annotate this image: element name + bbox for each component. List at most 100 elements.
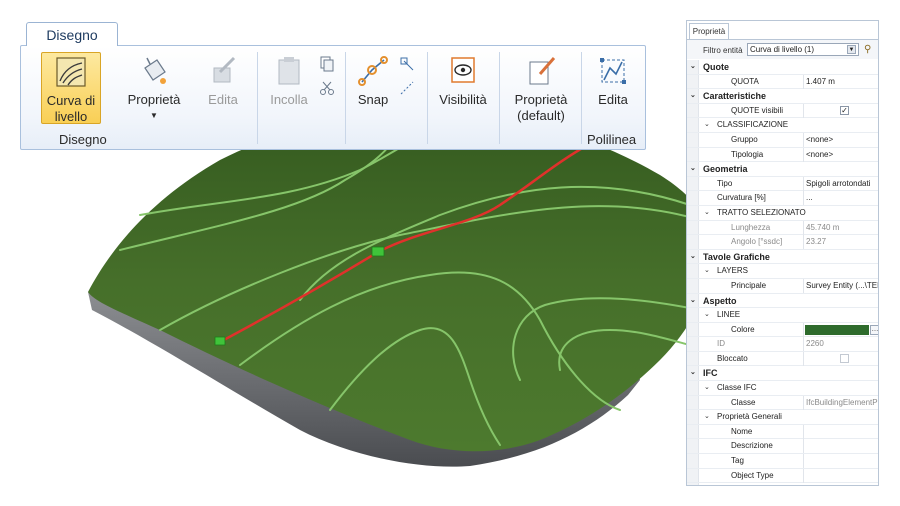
chevron-down-icon[interactable]: ▼ xyxy=(847,45,856,54)
property-row[interactable]: Curvatura [%] ... xyxy=(687,191,878,206)
grip-handle[interactable] xyxy=(371,246,385,257)
filter-icon[interactable]: ⚲ xyxy=(864,44,876,56)
subcategory-linee[interactable]: ⌄ LINEE xyxy=(687,308,878,323)
property-key: QUOTA xyxy=(731,76,759,86)
property-row[interactable]: Tag xyxy=(687,454,878,469)
collapse-icon[interactable]: ⌄ xyxy=(704,118,710,132)
property-key: Tag xyxy=(731,456,744,466)
property-key: QUOTE visibili xyxy=(731,105,784,115)
subcategory-tratto[interactable]: ⌄ TRATTO SELEZIONATO xyxy=(687,206,878,221)
property-value[interactable]: <none> xyxy=(803,132,878,147)
category-label: Caratteristiche xyxy=(703,91,767,102)
property-value[interactable]: ✓ xyxy=(803,103,878,118)
ribbon-separator xyxy=(581,52,582,144)
property-row[interactable]: Nome xyxy=(687,424,878,440)
proprieta-default-label: Proprietà (default) xyxy=(514,92,568,123)
collapse-icon[interactable]: ⌄ xyxy=(704,264,710,278)
collapse-icon[interactable]: ⌄ xyxy=(690,162,696,176)
subcategory-label: Proprietà Generali xyxy=(717,412,782,422)
snap-midpoint-icon[interactable] xyxy=(399,80,415,96)
property-row[interactable]: Classe IfcBuildingElementProx xyxy=(687,395,878,411)
property-row[interactable]: QUOTA 1.407 m xyxy=(687,74,878,90)
property-value[interactable]: 1.407 m xyxy=(803,74,878,89)
collapse-icon[interactable]: ⌄ xyxy=(704,410,710,424)
property-row[interactable]: Colore … xyxy=(687,322,878,338)
property-row[interactable]: QUOTE visibili ✓ xyxy=(687,103,878,119)
copy-icon[interactable] xyxy=(319,56,335,72)
edita-polilinea-button[interactable]: Edita xyxy=(587,52,639,122)
proprieta-label: Proprietà xyxy=(127,92,181,107)
collapse-icon[interactable]: ⌄ xyxy=(690,250,696,264)
ribbon-separator xyxy=(427,52,428,144)
property-value[interactable] xyxy=(803,351,878,366)
collapse-icon[interactable]: ⌄ xyxy=(690,89,696,103)
category-label: Tavole Grafiche xyxy=(703,251,770,262)
edita-label: Edita xyxy=(208,92,238,107)
property-row[interactable]: Object Type xyxy=(687,468,878,484)
clipboard-icon xyxy=(278,57,300,85)
visibilita-button[interactable]: Visibilità xyxy=(435,52,491,122)
snap-endpoint-icon[interactable] xyxy=(399,56,415,72)
property-row[interactable]: Principale Survey Entity (...\TERR xyxy=(687,278,878,294)
snap-label: Snap xyxy=(357,92,389,107)
category-ifc[interactable]: ⌄ IFC xyxy=(687,366,878,382)
category-caratteristiche[interactable]: ⌄ Caratteristiche xyxy=(687,89,878,104)
collapse-icon[interactable]: ⌄ xyxy=(704,206,710,220)
grip-handle[interactable] xyxy=(214,336,226,346)
curva-di-livello-button[interactable]: Curva di livello xyxy=(41,52,101,124)
category-geometria[interactable]: ⌄ Geometria xyxy=(687,162,878,177)
property-value[interactable]: Survey Entity (...\TERR xyxy=(803,278,878,293)
subcategory-classe-ifc[interactable]: ⌄ Classe IFC xyxy=(687,381,878,396)
paint-bucket-icon xyxy=(144,57,166,84)
edita-button[interactable]: Edita xyxy=(197,52,249,122)
category-tavole-grafiche[interactable]: ⌄ Tavole Grafiche xyxy=(687,250,878,265)
ribbon: Disegno Curva di livello Disegno Proprie… xyxy=(20,22,646,150)
property-row[interactable]: Angolo [°ssdc] 23.27 xyxy=(687,235,878,250)
subcategory-classificazione[interactable]: ⌄ CLASSIFICAZIONE xyxy=(687,118,878,133)
color-swatch[interactable] xyxy=(805,324,869,335)
snap-button[interactable]: Snap xyxy=(351,52,395,122)
collapse-icon[interactable]: ⌄ xyxy=(690,366,696,380)
category-label: Aspetto xyxy=(703,295,737,306)
property-row[interactable]: Lunghezza 45.740 m xyxy=(687,220,878,236)
property-value[interactable]: … xyxy=(803,322,878,337)
collapse-icon[interactable]: ⌄ xyxy=(704,308,710,322)
property-value[interactable] xyxy=(803,454,878,469)
subcategory-label: TRATTO SELEZIONATO xyxy=(717,207,806,217)
scissors-icon[interactable] xyxy=(319,80,335,96)
subcategory-label: LAYERS xyxy=(717,266,748,276)
collapse-icon[interactable]: ⌄ xyxy=(690,294,696,308)
proprieta-default-button[interactable]: Proprietà (default) xyxy=(505,52,577,123)
category-label: Quote xyxy=(703,62,729,72)
property-value[interactable]: Spigoli arrotondati xyxy=(803,176,878,191)
property-value[interactable] xyxy=(803,424,878,439)
property-value[interactable] xyxy=(803,439,878,454)
property-row[interactable]: Gruppo <none> xyxy=(687,132,878,148)
property-value[interactable]: ... xyxy=(803,191,878,206)
subcategory-label: LINEE xyxy=(717,310,741,320)
collapse-icon[interactable]: ⌄ xyxy=(690,60,696,74)
property-row[interactable]: ID 2260 xyxy=(687,337,878,352)
property-value[interactable]: <none> xyxy=(803,147,878,162)
incolla-button[interactable]: Incolla xyxy=(265,52,313,122)
category-quote[interactable]: ⌄ Quote xyxy=(687,60,878,75)
property-row[interactable]: Bloccato xyxy=(687,351,878,367)
category-aspetto[interactable]: ⌄ Aspetto xyxy=(687,294,878,309)
tab-proprieta[interactable]: Proprietà xyxy=(689,23,729,39)
property-grid: ⌄ Quote QUOTA 1.407 m ⌄ Caratteristiche … xyxy=(687,60,878,484)
proprieta-button[interactable]: Proprietà ▼ xyxy=(121,52,187,122)
ellipsis-button[interactable]: … xyxy=(870,324,878,335)
subcategory-layers[interactable]: ⌄ LAYERS xyxy=(687,264,878,279)
properties-panel: Proprietà Filtro entità Curva di livello… xyxy=(686,20,879,486)
document-brush-icon xyxy=(529,57,556,85)
filter-select[interactable]: Curva di livello (1) ▼ xyxy=(747,43,859,56)
collapse-icon[interactable]: ⌄ xyxy=(704,381,710,395)
subcategory-proprieta-generali[interactable]: ⌄ Proprietà Generali xyxy=(687,410,878,425)
property-value[interactable] xyxy=(803,468,878,483)
quote-visibili-checkbox[interactable]: ✓ xyxy=(840,105,849,115)
property-row[interactable]: Descrizione xyxy=(687,439,878,455)
property-row[interactable]: Tipo Spigoli arrotondati xyxy=(687,176,878,192)
tab-disegno[interactable]: Disegno xyxy=(26,22,118,46)
property-row[interactable]: Tipologia <none> xyxy=(687,147,878,163)
bloccato-checkbox[interactable] xyxy=(840,353,849,363)
